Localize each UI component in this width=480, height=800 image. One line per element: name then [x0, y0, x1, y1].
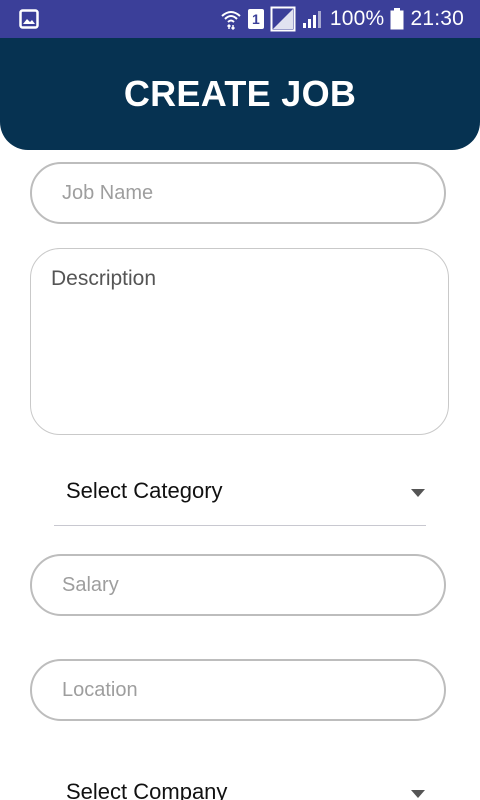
clock: 21:30: [410, 7, 464, 30]
create-job-screen: 1 100% 21:30 CREATE JOB Job Name Descrip…: [0, 0, 480, 800]
battery-percentage: 100%: [329, 7, 385, 30]
app-header: CREATE JOB: [0, 38, 480, 150]
wifi-icon: [220, 8, 242, 30]
location-field-container: [30, 659, 446, 721]
job-name-input[interactable]: [32, 164, 444, 222]
salary-input[interactable]: [32, 556, 444, 614]
no-signal-icon: [270, 6, 296, 32]
category-underline: [54, 525, 426, 526]
company-spinner[interactable]: Select Company: [54, 755, 426, 800]
image-notification-icon: [19, 9, 39, 29]
category-selected-label: Select Category: [66, 478, 223, 503]
signal-icon: [302, 9, 324, 29]
company-selected-label: Select Company: [66, 779, 228, 800]
salary-field-container: [30, 554, 446, 616]
page-title: CREATE JOB: [123, 73, 357, 114]
job-name-field-container: [30, 162, 446, 224]
sim-icon: 1: [247, 9, 264, 29]
dropdown-arrow-icon: [410, 485, 426, 497]
category-spinner[interactable]: Select Category: [54, 454, 426, 526]
battery-icon: [390, 8, 404, 30]
status-bar: 1 100% 21:30: [0, 0, 480, 38]
location-input[interactable]: [32, 661, 444, 719]
status-right-group: 1 100% 21:30: [220, 0, 464, 38]
description-textarea[interactable]: [31, 249, 448, 434]
dropdown-arrow-icon: [410, 786, 426, 798]
description-field-container: [30, 248, 449, 435]
